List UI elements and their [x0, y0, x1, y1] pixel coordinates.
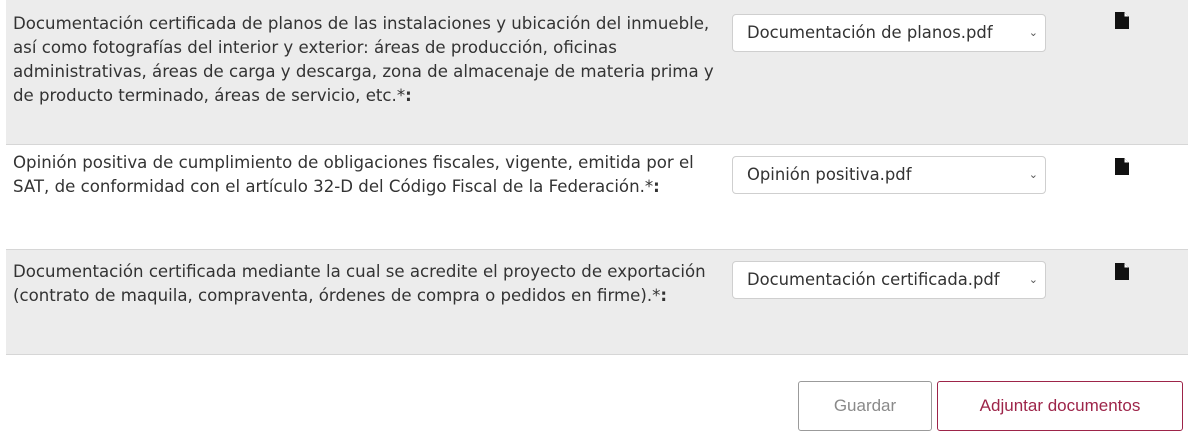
file-icon[interactable]	[1115, 158, 1129, 175]
document-label: Documentación certificada de planos de l…	[13, 14, 714, 105]
document-file-select[interactable]: Opinión positiva.pdf ⌄	[732, 156, 1046, 194]
chevron-down-icon: ⌄	[1028, 273, 1038, 286]
selected-file-name: Documentación certificada.pdf	[747, 270, 1000, 289]
document-row: Opinión positiva de cumplimiento de obli…	[6, 145, 1188, 250]
chevron-down-icon: ⌄	[1028, 168, 1038, 181]
document-file-select[interactable]: Documentación certificada.pdf ⌄	[732, 261, 1046, 299]
document-file-select[interactable]: Documentación de planos.pdf ⌄	[732, 14, 1046, 52]
document-row: Documentación certificada de planos de l…	[6, 0, 1188, 145]
file-icon[interactable]	[1115, 12, 1129, 29]
chevron-down-icon: ⌄	[1028, 26, 1038, 39]
selected-file-name: Documentación de planos.pdf	[747, 23, 993, 42]
document-label: Documentación certificada mediante la cu…	[13, 262, 706, 305]
selected-file-name: Opinión positiva.pdf	[747, 165, 912, 184]
documents-form: Documentación certificada de planos de l…	[0, 0, 1188, 434]
file-icon[interactable]	[1115, 263, 1129, 280]
document-label: Opinión positiva de cumplimiento de obli…	[13, 153, 694, 196]
save-button[interactable]: Guardar	[798, 381, 932, 431]
attach-documents-button[interactable]: Adjuntar documentos	[937, 381, 1183, 431]
document-row: Documentación certificada mediante la cu…	[6, 250, 1188, 355]
